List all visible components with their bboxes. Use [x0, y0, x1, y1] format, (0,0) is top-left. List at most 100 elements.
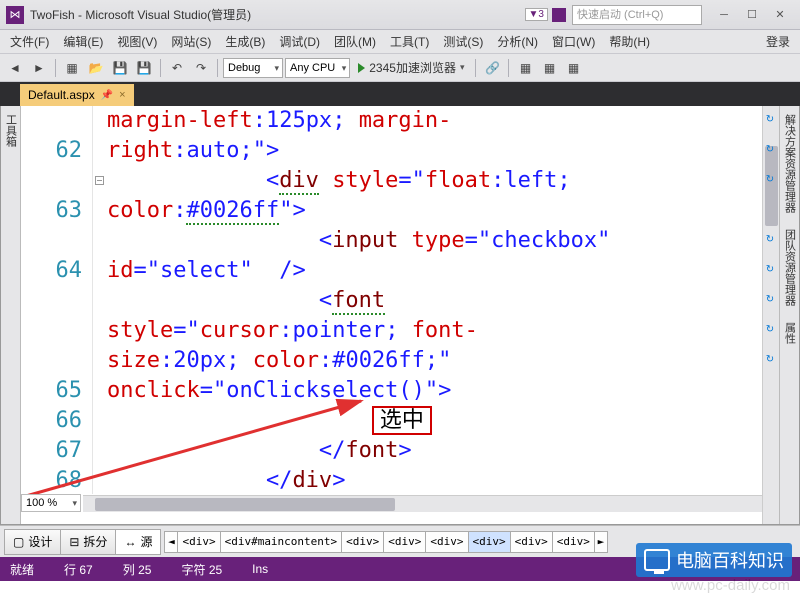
scrollbar-thumb[interactable]	[95, 498, 395, 511]
menu-file[interactable]: 文件(F)	[4, 31, 55, 52]
nav-fwd-icon[interactable]: ►	[28, 57, 50, 79]
feedback-icon[interactable]	[552, 8, 566, 22]
scrollbar-thumb[interactable]	[765, 146, 778, 226]
refresh-icon[interactable]: ↻	[763, 292, 777, 306]
refresh-icon[interactable]: ↻	[763, 142, 777, 156]
breadcrumb-item[interactable]: <div>	[425, 531, 468, 553]
split-view-button[interactable]: ⊟拆分	[60, 529, 116, 555]
menu-edit[interactable]: 编辑(E)	[57, 31, 109, 52]
breadcrumb-item[interactable]: <div>	[510, 531, 553, 553]
toolbar-icon[interactable]: ▦	[538, 57, 560, 79]
minimize-button[interactable]: ─	[710, 5, 738, 25]
maximize-button[interactable]: ☐	[738, 5, 766, 25]
titlebar: ⋈ TwoFish - Microsoft Visual Studio(管理员)…	[0, 0, 800, 30]
separator	[160, 59, 161, 77]
line-number	[21, 316, 82, 346]
code-text[interactable]: margin-left:125px; margin- right:auto;">…	[107, 106, 762, 494]
notification-badge[interactable]: ▼3	[525, 8, 548, 21]
breadcrumb-item[interactable]: <div>	[468, 531, 511, 553]
refresh-icon[interactable]: ↻	[763, 322, 777, 336]
nav-back-icon[interactable]: ◄	[4, 57, 26, 79]
editor-mode-bar: ▢设计 ⊟拆分 ↔源 ◄ <div> <div#maincontent> <di…	[0, 525, 800, 557]
refresh-icon[interactable]: ↻	[763, 172, 777, 186]
run-button[interactable]: 2345加速浏览器 ▾	[352, 58, 470, 78]
line-number: 67	[21, 436, 82, 466]
line-number: 68	[21, 466, 82, 494]
source-view-button[interactable]: ↔源	[115, 529, 161, 555]
browser-link-icon[interactable]: 🔗	[481, 57, 503, 79]
line-number: 64	[21, 256, 82, 286]
redo-icon[interactable]: ↷	[190, 57, 212, 79]
menu-team[interactable]: 团队(M)	[328, 31, 382, 52]
code-area[interactable]: 62 63 64 65 66 67 68 69 margin-left:125p…	[21, 106, 762, 494]
refresh-icon[interactable]: ↻	[763, 262, 777, 276]
login-link[interactable]: 登录	[760, 31, 796, 52]
menu-tools[interactable]: 工具(T)	[384, 31, 435, 52]
breadcrumb-item[interactable]: <div>	[177, 531, 220, 553]
toolbar-icon[interactable]: ▦	[514, 57, 536, 79]
tab-default-aspx[interactable]: Default.aspx 📌 ×	[20, 84, 134, 106]
quick-launch-input[interactable]: 快速启动 (Ctrl+Q)	[572, 5, 702, 25]
status-ins: Ins	[252, 562, 268, 576]
solution-explorer-tab[interactable]: 解决方案资源管理器	[782, 110, 798, 217]
team-explorer-tab[interactable]: 团队资源管理器	[782, 225, 798, 310]
open-file-icon[interactable]: 📂	[85, 57, 107, 79]
pin-icon[interactable]: 📌	[101, 90, 113, 101]
status-char: 字符 25	[181, 561, 222, 578]
vs-logo-icon: ⋈	[6, 6, 24, 24]
vertical-scrollbar[interactable]: ↻ ↻ ↻ ↻ ↻ ↻ ↻ ↻	[762, 106, 779, 524]
highlighted-text: 选中	[372, 406, 432, 435]
statusbar: 就绪 行 67 列 25 字符 25 Ins	[0, 557, 800, 581]
menu-view[interactable]: 视图(V)	[111, 31, 163, 52]
config-dropdown[interactable]: Debug	[223, 58, 283, 78]
menu-build[interactable]: 生成(B)	[219, 31, 271, 52]
status-ready: 就绪	[10, 561, 34, 578]
horizontal-scrollbar[interactable]	[83, 495, 762, 512]
right-panel-tabs: 解决方案资源管理器 团队资源管理器 属性	[779, 106, 799, 524]
line-number: 63	[21, 196, 82, 226]
platform-dropdown[interactable]: Any CPU	[285, 58, 350, 78]
menu-website[interactable]: 网站(S)	[165, 31, 217, 52]
close-button[interactable]: ✕	[766, 5, 794, 25]
toolbox-panel-tab[interactable]: 工具箱	[1, 106, 21, 524]
status-col: 列 25	[123, 561, 152, 578]
line-number	[21, 226, 82, 256]
save-all-icon[interactable]: 💾	[133, 57, 155, 79]
breadcrumb-prev-icon[interactable]: ◄	[164, 531, 178, 553]
tab-close-icon[interactable]: ×	[119, 89, 125, 101]
menu-debug[interactable]: 调试(D)	[273, 31, 326, 52]
status-line: 行 67	[64, 561, 93, 578]
breadcrumb-item[interactable]: <div#maincontent>	[220, 531, 343, 553]
tab-label: Default.aspx	[28, 88, 95, 102]
collapse-icon[interactable]	[95, 176, 104, 185]
breadcrumb-next-icon[interactable]: ►	[594, 531, 608, 553]
window-title: TwoFish - Microsoft Visual Studio(管理员)	[30, 6, 251, 23]
breadcrumb-item[interactable]: <div>	[341, 531, 384, 553]
refresh-icon[interactable]: ↻	[763, 112, 777, 126]
menu-help[interactable]: 帮助(H)	[603, 31, 656, 52]
breadcrumb-item[interactable]: <div>	[552, 531, 595, 553]
menu-test[interactable]: 测试(S)	[437, 31, 489, 52]
zoom-dropdown[interactable]: 100 %	[21, 494, 81, 512]
menubar: 文件(F) 编辑(E) 视图(V) 网站(S) 生成(B) 调试(D) 团队(M…	[0, 30, 800, 54]
save-icon[interactable]: 💾	[109, 57, 131, 79]
outlining-margin[interactable]	[93, 106, 107, 494]
separator	[475, 59, 476, 77]
line-number	[21, 166, 82, 196]
refresh-icon[interactable]: ↻	[763, 352, 777, 366]
breadcrumb-item[interactable]: <div>	[383, 531, 426, 553]
menu-analyze[interactable]: 分析(N)	[491, 31, 544, 52]
toolbar-icon[interactable]: ▦	[562, 57, 584, 79]
line-number: 66	[21, 406, 82, 436]
new-project-icon[interactable]: ▦	[61, 57, 83, 79]
editor: 工具箱 解决方案资源管理器 团队资源管理器 属性 ↻ ↻ ↻ ↻ ↻ ↻ ↻ ↻…	[0, 106, 800, 525]
line-number	[21, 286, 82, 316]
design-view-button[interactable]: ▢设计	[4, 529, 61, 555]
undo-icon[interactable]: ↶	[166, 57, 188, 79]
line-number	[21, 346, 82, 376]
refresh-icon[interactable]: ↻	[763, 232, 777, 246]
menu-window[interactable]: 窗口(W)	[546, 31, 601, 52]
properties-tab[interactable]: 属性	[782, 318, 798, 348]
separator	[508, 59, 509, 77]
separator	[55, 59, 56, 77]
